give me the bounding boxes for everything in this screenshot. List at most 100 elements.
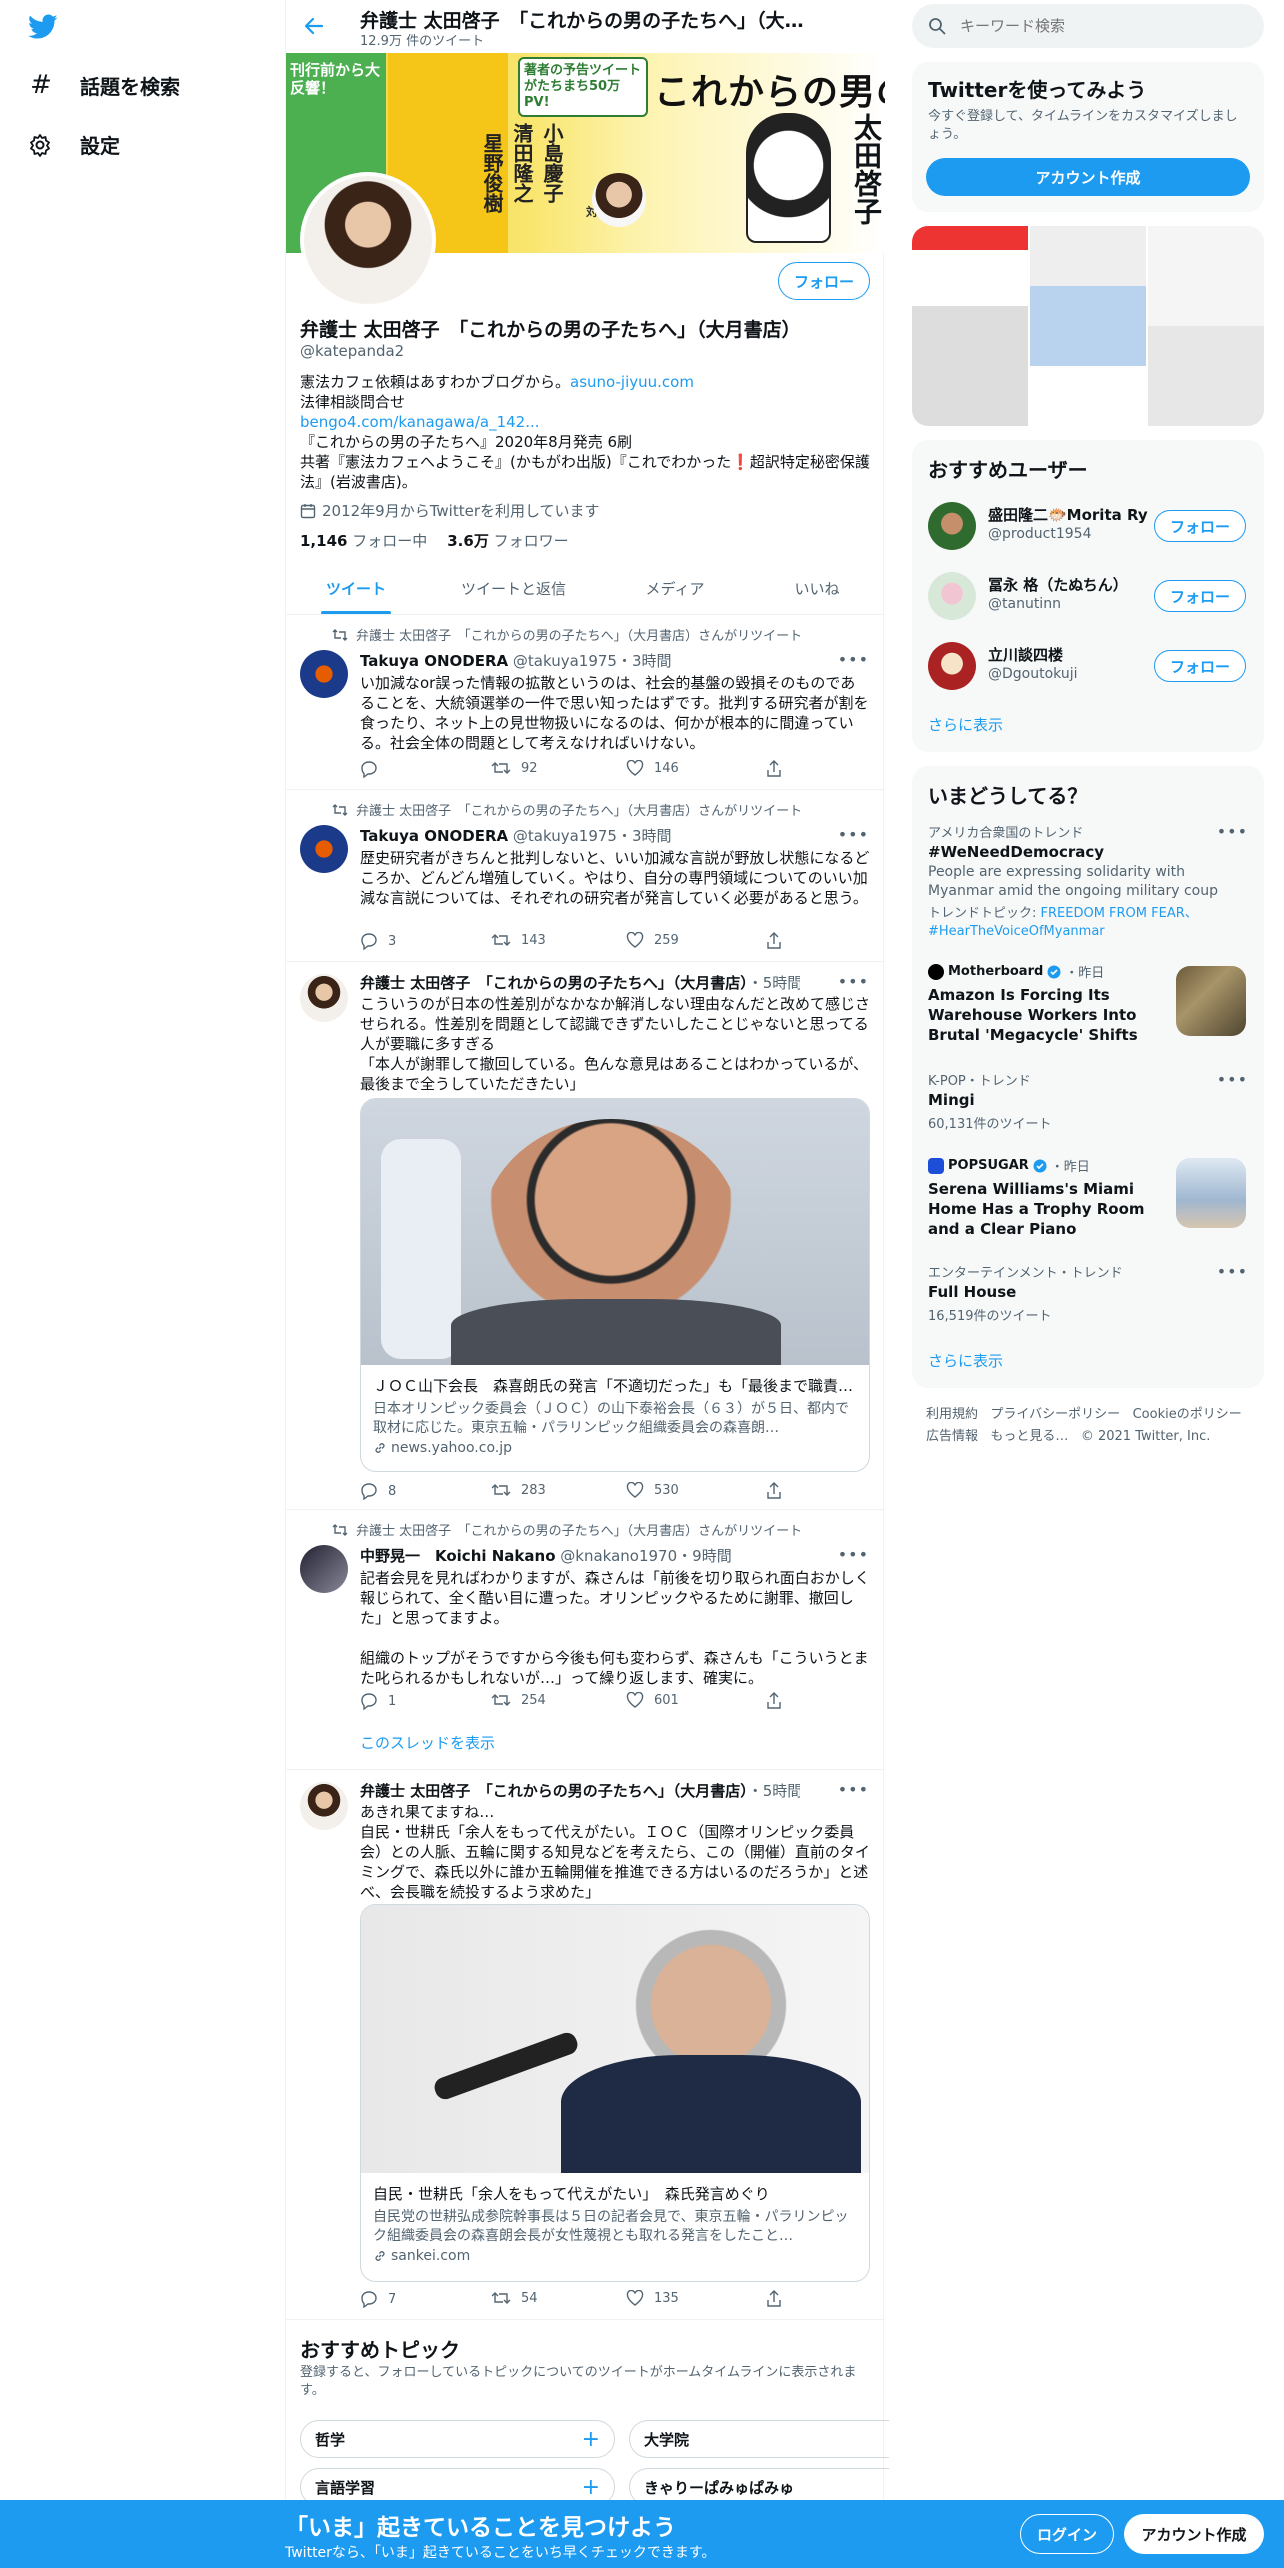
reply-button[interactable]: 8 — [360, 1482, 396, 1500]
retweet-button[interactable]: 283 — [491, 1482, 546, 1498]
user-name[interactable]: 盛田隆二🐡Morita Ry… — [988, 504, 1148, 525]
user-suggestion[interactable]: 立川談四楼 @Dgoutokuji フォロー — [928, 640, 1248, 692]
reply-button[interactable] — [360, 760, 388, 778]
retweet-button[interactable]: 143 — [491, 932, 546, 948]
reply-button[interactable]: 3 — [360, 932, 396, 950]
followers-link[interactable]: 3.6万 フォロワー — [447, 530, 568, 551]
media-thumb[interactable] — [912, 226, 1028, 426]
signup-button[interactable]: アカウント作成 — [1124, 2514, 1264, 2554]
tweet-author-handle[interactable]: @takuya1975 — [513, 652, 617, 670]
search-box[interactable] — [912, 4, 1264, 48]
tweet-author-name[interactable]: Takuya ONODERA — [360, 827, 508, 845]
like-button[interactable]: 530 — [626, 1482, 679, 1498]
tweet-author-handle[interactable]: @takuya1975 — [513, 827, 617, 845]
create-account-button[interactable]: アカウント作成 — [926, 158, 1250, 196]
tweet-author-name[interactable]: Takuya ONODERA — [360, 652, 508, 670]
share-button[interactable] — [766, 760, 782, 778]
tweet-author-handle[interactable]: @knakano1970 — [560, 1547, 677, 1565]
user-suggestion[interactable]: 冨永 格（たぬちん） @tanutinn フォロー — [928, 570, 1248, 622]
following-link[interactable]: 1,146 フォロー中 — [300, 530, 427, 551]
show-more-link[interactable]: さらに表示 — [928, 714, 1003, 735]
tweet-avatar[interactable] — [300, 1782, 348, 1830]
tweet-author-name[interactable]: 中野晃一 Koichi Nakano — [360, 1547, 556, 1565]
follow-button[interactable]: フォロー — [778, 262, 870, 300]
share-button[interactable] — [766, 1482, 782, 1500]
like-button[interactable]: 259 — [626, 932, 679, 948]
follow-button[interactable]: フォロー — [1154, 650, 1246, 682]
user-handle[interactable]: @tanutinn — [988, 596, 1061, 612]
tab-likes[interactable]: いいね — [749, 562, 885, 615]
footer-link-cookies[interactable]: Cookieのポリシー — [1133, 1407, 1242, 1422]
tweet[interactable]: 弁護士 太田啓子 「これからの男の子たちへ」（大月書店）・5時間 ••• こうい… — [286, 962, 885, 1510]
footer-link-privacy[interactable]: プライバシーポリシー — [990, 1407, 1120, 1422]
user-handle[interactable]: @product1954 — [988, 526, 1091, 542]
follow-button[interactable]: フォロー — [1154, 510, 1246, 542]
tweet-avatar[interactable] — [300, 1545, 348, 1593]
share-button[interactable] — [766, 2290, 782, 2308]
tweet-time[interactable]: 5時間 — [763, 974, 800, 992]
show-thread-link[interactable]: このスレッドを表示 — [360, 1732, 495, 1753]
tweet-time[interactable]: 9時間 — [692, 1547, 732, 1565]
trend-item[interactable]: K-POP・トレンド Mingi 60,131件のツイート — [928, 1070, 1248, 1132]
user-avatar[interactable] — [928, 642, 976, 690]
share-button[interactable] — [766, 1692, 782, 1710]
share-button[interactable] — [766, 932, 782, 950]
more-options-icon[interactable]: ••• — [838, 972, 869, 991]
user-avatar[interactable] — [928, 572, 976, 620]
tweet-avatar[interactable] — [300, 974, 348, 1022]
topic-chip[interactable]: 大学院 — [629, 2420, 889, 2458]
user-name[interactable]: 立川談四楼 — [988, 644, 1148, 665]
login-button[interactable]: ログイン — [1020, 2514, 1114, 2554]
retweet-button[interactable]: 54 — [491, 2290, 538, 2306]
footer-link-ads[interactable]: 広告情報 — [926, 1429, 978, 1444]
more-options-icon[interactable]: ••• — [838, 1545, 869, 1564]
footer-link-terms[interactable]: 利用規約 — [926, 1407, 978, 1422]
topic-chip[interactable]: 哲学 + — [300, 2420, 615, 2458]
profile-avatar[interactable] — [300, 172, 436, 308]
reply-button[interactable]: 7 — [360, 2290, 396, 2308]
more-options-icon[interactable]: ••• — [838, 650, 869, 669]
more-options-icon[interactable]: ••• — [1217, 822, 1248, 841]
media-thumb[interactable] — [1030, 226, 1146, 426]
retweet-button[interactable]: 92 — [491, 760, 538, 776]
more-options-icon[interactable]: ••• — [1217, 1262, 1248, 1281]
tweet-author-name[interactable]: 弁護士 太田啓子 「これからの男の子たちへ」（大月書店） — [360, 974, 748, 992]
tweet[interactable]: 弁護士 太田啓子 「これからの男の子たちへ」（大月書店）さんがリツイート 中野晃… — [286, 1510, 885, 1770]
tweet-time[interactable]: 5時間 — [763, 1782, 800, 1800]
retweet-button[interactable]: 254 — [491, 1692, 546, 1708]
follow-button[interactable]: フォロー — [1154, 580, 1246, 612]
more-options-icon[interactable]: ••• — [1217, 1070, 1248, 1089]
trend-item[interactable]: アメリカ合衆国のトレンド #WeNeedDemocracy People are… — [928, 822, 1248, 941]
more-options-icon[interactable]: ••• — [838, 1780, 869, 1799]
trend-item[interactable]: エンターテインメント・トレンド Full House 16,519件のツイート — [928, 1262, 1248, 1324]
more-options-icon[interactable]: ••• — [838, 825, 869, 844]
back-arrow-icon[interactable] — [304, 16, 324, 36]
footer-link-more[interactable]: もっと見る… — [990, 1429, 1068, 1444]
like-button[interactable]: 601 — [626, 1692, 679, 1708]
tweet[interactable]: 弁護士 太田啓子 「これからの男の子たちへ」（大月書店）・5時間 ••• あきれ… — [286, 1770, 885, 2320]
media-thumb[interactable] — [1148, 226, 1264, 426]
tweet-avatar[interactable] — [300, 650, 348, 698]
like-button[interactable]: 135 — [626, 2290, 679, 2306]
tweet-time[interactable]: 3時間 — [632, 827, 672, 845]
like-button[interactable]: 146 — [626, 760, 679, 776]
twitter-logo-icon[interactable] — [28, 14, 58, 40]
bio-link1[interactable]: asuno-jiyuu.com — [570, 373, 694, 391]
trends-show-more[interactable]: さらに表示 — [928, 1350, 1003, 1371]
bio-link2[interactable]: bengo4.com/kanagawa/a_142... — [300, 412, 870, 432]
user-avatar[interactable] — [928, 502, 976, 550]
reply-button[interactable]: 1 — [360, 1692, 396, 1710]
search-input[interactable] — [960, 17, 1220, 35]
tweet-author-name[interactable]: 弁護士 太田啓子 「これからの男の子たちへ」（大月書店） — [360, 1782, 748, 1800]
tweet-avatar[interactable] — [300, 825, 348, 873]
user-handle[interactable]: @Dgoutokuji — [988, 666, 1078, 682]
user-name[interactable]: 冨永 格（たぬちん） — [988, 574, 1148, 595]
tab-tweets[interactable]: ツイート — [286, 562, 426, 615]
nav-explore[interactable]: # 話題を検索 — [28, 70, 180, 100]
tab-media[interactable]: メディア — [601, 562, 749, 615]
tweet-time[interactable]: 3時間 — [632, 652, 672, 670]
tab-tweets-replies[interactable]: ツイートと返信 — [426, 562, 601, 615]
user-suggestion[interactable]: 盛田隆二🐡Morita Ry… @product1954 フォロー — [928, 500, 1248, 552]
media-grid[interactable] — [912, 226, 1264, 426]
nav-settings[interactable]: 設定 — [28, 130, 120, 159]
